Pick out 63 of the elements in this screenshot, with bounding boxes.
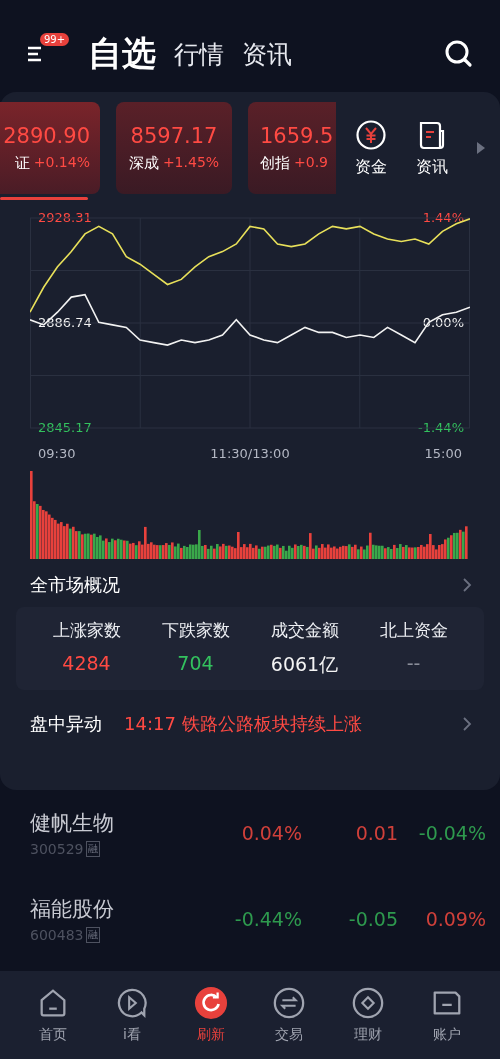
nav-item[interactable]: 刷新 (180, 986, 241, 1044)
index-card[interactable]: 8597.17 深成 +1.45% (116, 102, 232, 194)
stock-name[interactable]: 福能股份 (30, 895, 210, 923)
diamond-coin-icon (350, 986, 385, 1020)
notification-badge: 99+ (40, 33, 70, 46)
stock-code: 600483 (30, 927, 84, 943)
stat-value: 4284 (62, 652, 111, 674)
stock-figure: 0.09% (424, 908, 486, 930)
index-change: +0.9 (294, 153, 328, 172)
index-card[interactable]: 1659.5 创指 +0.9 (248, 102, 336, 194)
time-label: 09:30 (38, 446, 76, 461)
stock-figure: -0.44% (233, 908, 302, 930)
nav-item[interactable]: i看 (102, 986, 162, 1044)
shortcut-label[interactable]: 资金 (354, 156, 387, 178)
stock-figure: 0.01 (354, 822, 398, 844)
index-name: 深成 (128, 153, 159, 173)
time-label: 15:00 (424, 446, 462, 461)
margin-tag: 融 (86, 841, 101, 857)
stock-code: 300529 (30, 841, 84, 857)
shortcut-label[interactable]: 资讯 (416, 156, 448, 178)
stat-label: 成交金额 (270, 619, 339, 642)
stock-name[interactable]: 健帆生物 (30, 809, 210, 837)
percent-label: 1.44% (421, 209, 465, 227)
index-change: +0.14% (33, 153, 90, 172)
stock-figure: 0.04% (240, 822, 302, 844)
price-label: 2845.17 (37, 419, 93, 437)
stat-value: -- (406, 652, 421, 674)
index-value: 2890.90 (3, 123, 90, 148)
stat-label: 下跌家数 (161, 619, 230, 642)
nav-item[interactable]: 首页 (23, 986, 84, 1044)
search-icon[interactable] (444, 39, 474, 69)
stat-value: 6061亿 (270, 652, 339, 677)
chevron-right-icon[interactable] (462, 716, 472, 732)
nav-item[interactable]: 理财 (337, 986, 398, 1044)
index-name: 创指 (260, 153, 290, 173)
play-bubble-icon (115, 986, 149, 1020)
price-label: 2886.74 (37, 314, 93, 332)
stock-figure: -0.05 (347, 908, 398, 930)
stock-figure: -0.04% (417, 822, 486, 844)
index-name: 证 (14, 153, 30, 173)
triangle-icon[interactable] (477, 142, 486, 154)
exchange-icon (272, 986, 307, 1020)
top-tab[interactable]: 行情 (174, 37, 224, 71)
nav-item[interactable]: 交易 (259, 986, 320, 1044)
nav-item[interactable]: 账户 (416, 986, 477, 1044)
alert-title: 盘中异动 (30, 712, 102, 736)
index-value: 8597.17 (130, 123, 218, 148)
yen-coin-icon[interactable] (354, 118, 387, 151)
index-value: 1659.5 (260, 123, 334, 148)
alert-message[interactable]: 14:17 铁路公路板块持续上涨 (124, 712, 440, 736)
percent-label: -1.44% (417, 419, 465, 437)
section-title: 全市场概况 (30, 573, 120, 597)
price-label: 2928.31 (37, 209, 93, 227)
refresh-icon (193, 986, 228, 1020)
index-change: +1.45% (162, 153, 220, 172)
top-tab[interactable]: 自选 (88, 31, 156, 77)
stat-value: 704 (177, 652, 214, 674)
time-label: 11:30/13:00 (210, 446, 290, 461)
stat-label: 北上资金 (379, 619, 448, 642)
margin-tag: 融 (86, 927, 101, 943)
chevron-right-icon[interactable] (462, 577, 472, 593)
stat-label: 上涨家数 (52, 619, 121, 642)
top-tab[interactable]: 资讯 (242, 37, 292, 71)
